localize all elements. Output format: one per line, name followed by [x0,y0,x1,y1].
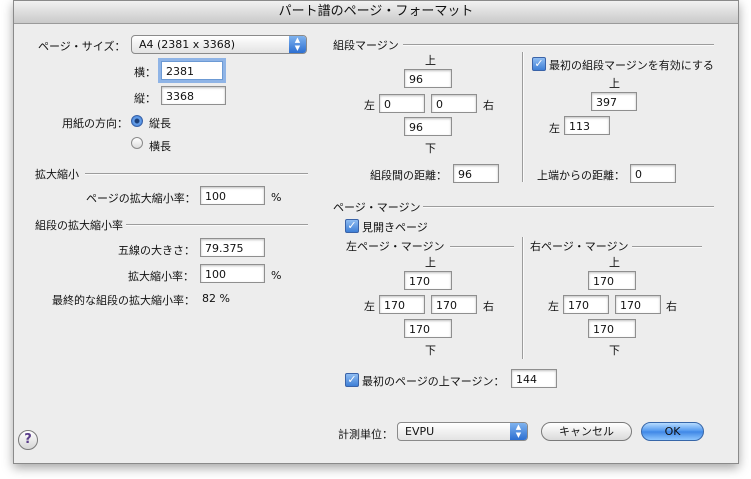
fs-left-label: 左 [549,122,560,135]
left-page-title: 左ページ・マージン [346,240,445,253]
page-margins-title: ページ・マージン [333,201,421,214]
lp-bottom-field[interactable]: 170 [404,319,452,338]
system-distance-label: 組段間の距離： [370,169,447,182]
sm-left-label: 左 [364,99,375,112]
units-popup[interactable]: EVPU ▲ ▼ [397,422,528,441]
from-top-field[interactable]: 0 [630,164,676,183]
height-field[interactable]: 3368 [161,86,226,105]
sm-bottom-label: 下 [425,142,436,155]
rp-bottom-field[interactable]: 170 [588,319,636,338]
lp-right-label: 右 [483,300,494,313]
landscape-radio[interactable] [131,137,143,149]
final-scale-label: 最終的な組段の拡大縮小率： [52,294,195,307]
page-size-popup[interactable]: A4 (2381 x 3368) ▲ ▼ [131,35,307,54]
scaling-group-title: 拡大縮小 [35,168,79,181]
page-size-value: A4 (2381 x 3368) [139,38,236,51]
width-field[interactable]: 2381 [161,61,223,80]
rp-left-field[interactable]: 170 [563,295,609,314]
sm-left-field[interactable]: 0 [379,94,425,113]
system-scale-label: 拡大縮小率： [128,270,194,283]
dialog-content: ページ・サイズ： A4 (2381 x 3368) ▲ ▼ 横： 2381 縦： … [14,24,738,463]
system-margins-title: 組段マージン [333,39,399,52]
rp-top-label: 上 [609,256,620,269]
page-margins-divider [423,206,714,208]
rp-bottom-label: 下 [609,344,620,357]
window-title: パート譜のページ・フォーマット [14,1,738,24]
staff-size-label: 五線の大きさ： [118,244,195,257]
first-system-checkbox[interactable]: ✓ [532,57,546,71]
page-scale-label: ページの拡大縮小率： [86,192,196,205]
cancel-button[interactable]: キャンセル [541,422,632,441]
lp-left-field[interactable]: 170 [379,295,425,314]
sm-top-field[interactable]: 96 [404,69,452,88]
right-page-divider [632,246,702,248]
fs-top-label: 上 [609,77,620,90]
lp-left-label: 左 [364,300,375,313]
popup-arrows-icon: ▲ ▼ [289,36,306,53]
popup-arrows-icon: ▲ ▼ [510,423,527,440]
right-page-title: 右ページ・マージン [530,240,629,253]
facing-pages-label: 見開きページ [362,221,428,234]
first-system-label: 最初の組段マージンを有効にする [549,59,714,72]
page-format-dialog: パート譜のページ・フォーマット ページ・サイズ： A4 (2381 x 3368… [13,0,739,464]
help-icon: ? [24,432,32,447]
from-top-label: 上端からの距離： [537,169,625,182]
system-scale-field[interactable]: 100 [200,264,265,283]
system-scaling-group-title: 組段の拡大縮小率 [35,219,123,232]
portrait-label: 縦長 [149,117,171,130]
scaling-group-divider [85,173,308,175]
portrait-radio[interactable] [131,115,143,127]
lp-top-label: 上 [425,256,436,269]
staff-size-field[interactable]: 79.375 [200,238,265,257]
width-label: 横： [134,66,156,79]
rp-left-label: 左 [548,300,559,313]
sm-top-label: 上 [425,54,436,67]
system-distance-field[interactable]: 96 [453,164,499,183]
page-scale-field[interactable]: 100 [200,186,265,205]
system-margins-separator [522,52,524,182]
ok-button[interactable]: OK [641,422,704,441]
rp-top-field[interactable]: 170 [588,271,636,290]
final-scale-value: 82 % [202,292,230,305]
page-size-label: ページ・サイズ： [38,40,126,53]
rp-right-field[interactable]: 170 [615,295,661,314]
page-scale-unit: % [271,191,282,204]
fs-top-field[interactable]: 397 [591,92,637,111]
left-page-divider [450,246,514,248]
lp-bottom-label: 下 [425,344,436,357]
first-page-margin-label: 最初のページの上マージン： [362,375,505,388]
sm-bottom-field[interactable]: 96 [404,117,452,136]
first-page-margin-field[interactable]: 144 [511,369,557,388]
system-margins-divider [403,44,714,46]
orientation-label: 用紙の方向： [62,117,128,130]
first-page-margin-checkbox[interactable]: ✓ [345,373,359,387]
system-scale-unit: % [271,269,282,282]
help-button[interactable]: ? [18,430,38,450]
page-margins-separator [522,237,524,359]
system-scaling-divider [126,224,308,226]
sm-right-label: 右 [483,99,494,112]
rp-right-label: 右 [666,300,677,313]
fs-left-field[interactable]: 113 [564,116,610,135]
lp-right-field[interactable]: 170 [431,295,477,314]
height-label: 縦： [134,92,156,105]
facing-pages-checkbox[interactable]: ✓ [345,219,359,233]
lp-top-field[interactable]: 170 [404,271,452,290]
units-value: EVPU [405,425,435,438]
landscape-label: 横長 [149,140,171,153]
sm-right-field[interactable]: 0 [431,94,477,113]
units-label: 計測単位： [338,428,393,441]
